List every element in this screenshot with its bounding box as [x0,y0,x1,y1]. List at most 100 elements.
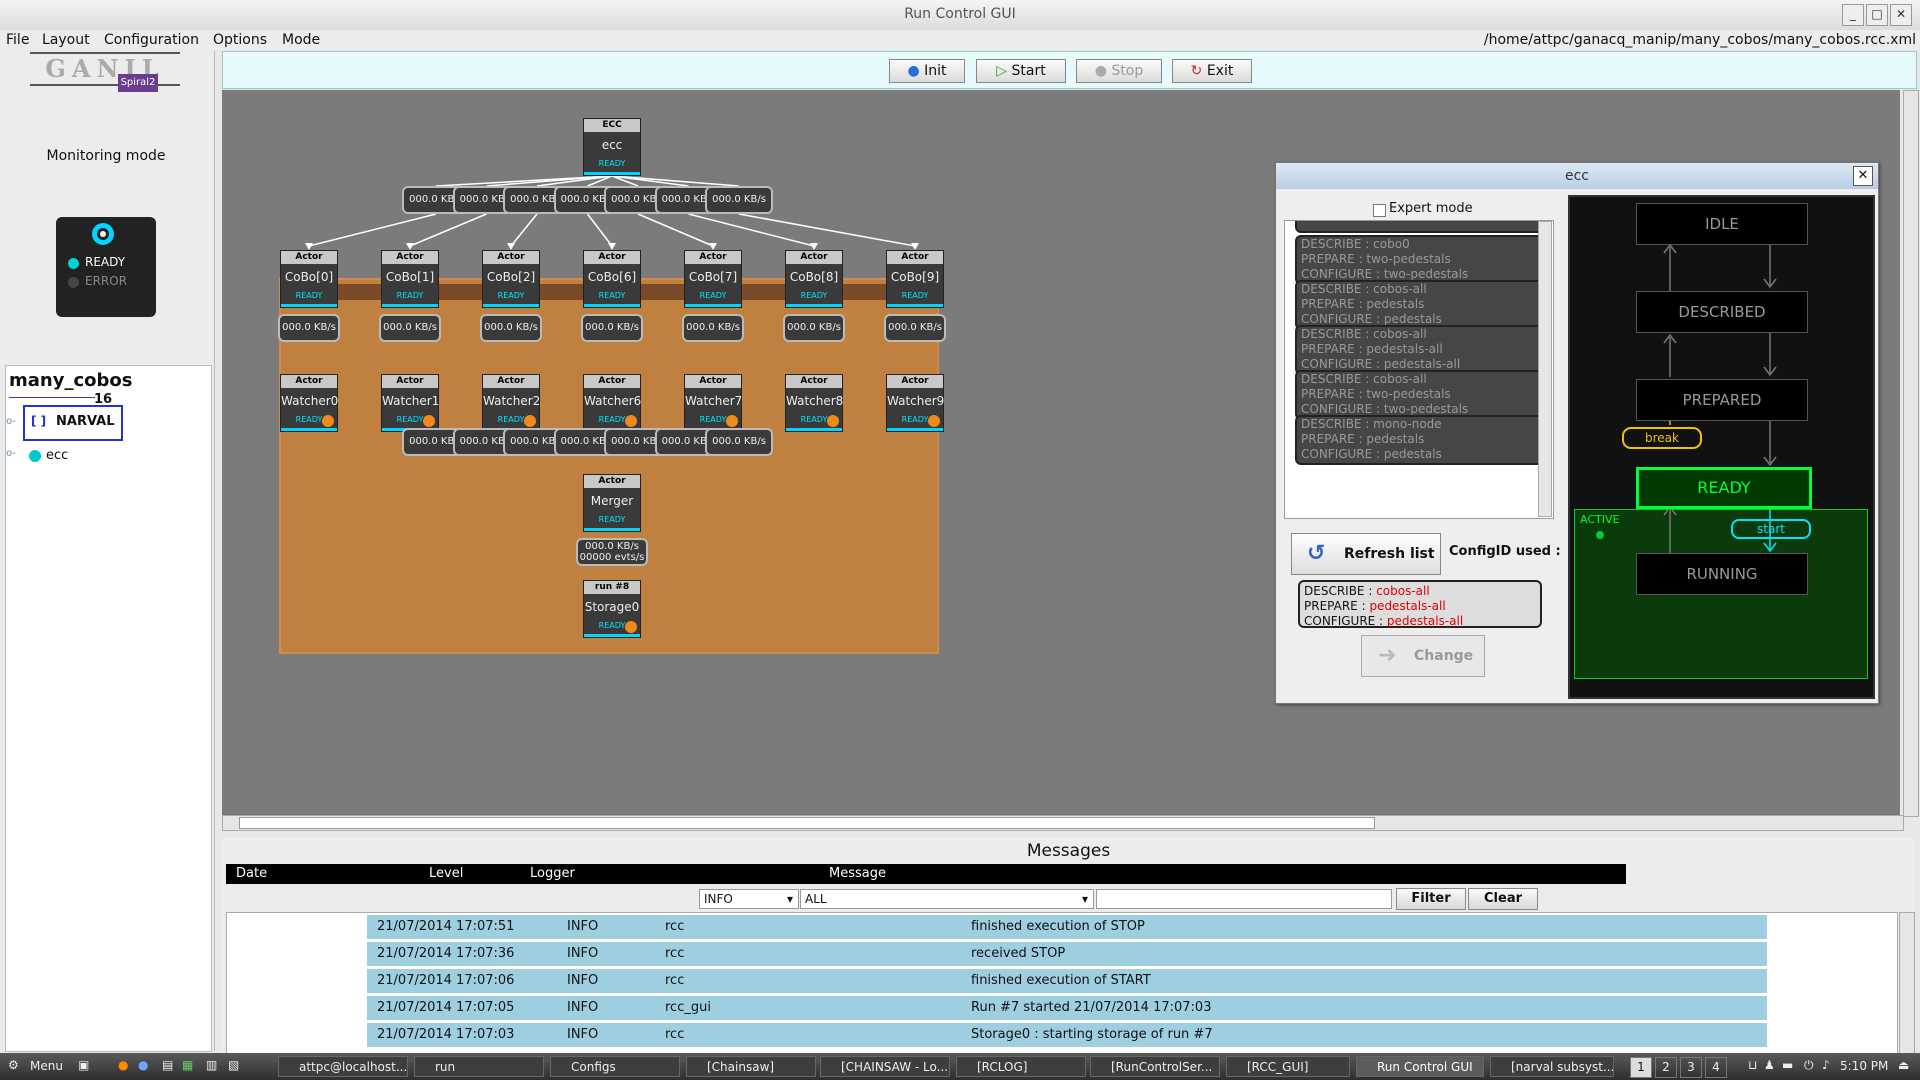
minimize-button[interactable]: _ [1842,4,1864,26]
taskbar-task[interactable]: run [414,1056,544,1077]
node-cobo[interactable]: Actor CoBo[9] READY [886,250,944,308]
node-watcher[interactable]: Actor Watcher7 READY [684,374,742,432]
messages-scrollbar[interactable] [1899,912,1915,1054]
monitor-icon[interactable]: ▦ [182,1058,193,1072]
header-message[interactable]: Message [829,864,886,884]
config-item[interactable]: DESCRIBE : cobos-all PREPARE : two-pedest… [1295,370,1547,420]
node-header: ECC [584,119,640,132]
taskbar-task[interactable]: [RunControlSer... [1090,1056,1220,1077]
ecc-window-close-button[interactable]: ✕ [1853,166,1873,186]
clear-button[interactable]: Clear [1468,888,1538,910]
files-icon[interactable]: ▥ [206,1058,217,1072]
maximize-button[interactable]: □ [1866,4,1888,26]
taskbar-task[interactable]: [CHAINSAW - Lo... [820,1056,950,1077]
menu-configuration[interactable]: Configuration [104,32,199,48]
menu-mode[interactable]: Mode [282,32,320,48]
message-row[interactable]: 21/07/2014 17:07:51 INFO rcc finished execu… [367,915,1767,940]
config-item[interactable]: DESCRIBE : cobos-all PREPARE : pedestals-… [1295,325,1547,375]
message-level: INFO [567,1000,599,1015]
node-watcher[interactable]: Actor Watcher6 READY [583,374,641,432]
change-button[interactable]: ➜ Change [1361,635,1485,677]
taskbar-task[interactable]: attpc@localhost... [278,1056,408,1077]
level-filter-select[interactable]: INFO ▾ [699,889,799,909]
app-icon[interactable]: ▧ [228,1058,239,1072]
workspace-button[interactable]: 3 [1680,1057,1702,1078]
config-list[interactable]: CONFIGURE : pedestals-all DESCRIBE : cobo… [1284,220,1554,519]
tree-node-ecc[interactable]: ecc [46,448,68,463]
gear-icon[interactable]: ⚙ [8,1058,19,1072]
message-row[interactable]: 21/07/2014 17:07:03 INFO rcc Storage0 : sta… [367,1023,1767,1048]
config-item[interactable]: DESCRIBE : cobo0 PREPARE : two-pedestals C… [1295,235,1547,285]
taskbar-task[interactable]: [RCC_GUI] [1226,1056,1350,1077]
tree-root-label[interactable]: many_cobos [9,370,132,391]
start-menu-button[interactable]: Menu [30,1059,63,1073]
node-storage[interactable]: run #8 Storage0 READY [583,580,641,638]
message-row[interactable]: 21/07/2014 17:07:06 INFO rcc finished execu… [367,969,1767,994]
message-filter-input[interactable] [1096,889,1392,909]
node-watcher[interactable]: Actor Watcher0 READY [280,374,338,432]
messages-table[interactable]: 21/07/2014 17:07:51 INFO rcc finished execu… [226,912,1898,1054]
refresh-list-button[interactable]: ↺ Refresh list [1291,533,1441,575]
expert-mode-checkbox[interactable] [1373,204,1386,217]
menu-options[interactable]: Options [213,32,267,48]
node-cobo[interactable]: Actor CoBo[6] READY [583,250,641,308]
filter-button[interactable]: Filter [1396,888,1466,910]
firefox-icon[interactable]: ● [118,1058,128,1072]
horizontal-scrollbar-thumb[interactable] [239,817,1375,829]
node-watcher[interactable]: Actor Watcher2 READY [482,374,540,432]
node-ecc[interactable]: ECC ecc READY [583,118,641,176]
config-list-scrollbar[interactable] [1538,221,1552,517]
horizontal-scrollbar[interactable] [222,815,1904,831]
node-cobo[interactable]: Actor CoBo[2] READY [482,250,540,308]
node-cobo[interactable]: Actor CoBo[8] READY [785,250,843,308]
globe-icon[interactable]: ● [138,1058,148,1072]
init-button[interactable]: ● Init [889,59,965,83]
menu-file[interactable]: File [6,32,29,48]
terminal-icon[interactable]: ▤ [162,1058,173,1072]
menu-layout[interactable]: Layout [42,32,90,48]
taskbar-task[interactable]: [RCLOG] [956,1056,1086,1077]
tree-expander-icon[interactable]: o- [6,416,16,427]
header-level[interactable]: Level [429,864,463,884]
taskbar-task[interactable]: Run Control GUI [1356,1056,1484,1077]
node-status-bar [584,634,640,637]
node-merger[interactable]: Actor Merger READY [583,474,641,532]
node-name: Watcher6 [584,394,642,408]
message-row[interactable]: 21/07/2014 17:07:05 INFO rcc_gui Run #7 sta… [367,996,1767,1021]
message-row[interactable]: 21/07/2014 17:07:36 INFO rcc received STOP [367,942,1767,967]
node-status-bar [281,428,337,431]
vertical-scrollbar[interactable] [1903,90,1919,817]
stop-button[interactable]: ● Stop [1076,59,1162,83]
node-cobo[interactable]: Actor CoBo[0] READY [280,250,338,308]
tree-node-narval[interactable]: [ ] NARVAL [23,405,123,441]
logo-subtext: Spiral2 [118,74,158,92]
node-cobo[interactable]: Actor CoBo[7] READY [684,250,742,308]
start-transition-button[interactable]: start [1731,519,1811,539]
exit-button[interactable]: ↻ Exit [1172,59,1252,83]
taskbar-task[interactable]: Configs [550,1056,680,1077]
warning-icon [322,415,334,427]
config-item[interactable]: DESCRIBE : cobos-all PREPARE : pedestals C… [1295,280,1547,330]
taskbar-task[interactable]: [narval subsyst... [1490,1056,1614,1077]
node-watcher[interactable]: Actor Watcher8 READY [785,374,843,432]
header-logger[interactable]: Logger [530,864,575,884]
workspace-button[interactable]: 4 [1705,1057,1727,1078]
close-window-button[interactable]: ✕ [1890,4,1912,26]
start-button[interactable]: ▷ Start [976,59,1066,83]
node-name: CoBo[6] [587,270,637,284]
node-cobo[interactable]: Actor CoBo[1] READY [381,250,439,308]
workspace-button[interactable]: 2 [1655,1057,1677,1078]
config-item[interactable]: CONFIGURE : pedestals-all [1295,221,1547,233]
node-watcher[interactable]: Actor Watcher9 READY [886,374,944,432]
node-watcher[interactable]: Actor Watcher1 READY [381,374,439,432]
header-date[interactable]: Date [236,864,267,884]
folder-icon[interactable]: ▣ [78,1058,89,1072]
rate-cobo-watcher: 000.0 KB/s [682,314,744,342]
break-transition-button[interactable]: break [1622,427,1702,449]
logger-filter-select[interactable]: ALL ▾ [800,889,1094,909]
window-titlebar: Run Control GUI _ □ ✕ [0,0,1920,31]
taskbar-task[interactable]: [Chainsaw] [686,1056,816,1077]
config-item[interactable]: DESCRIBE : mono-node PREPARE : pedestals C… [1295,415,1547,465]
workspace-button[interactable]: 1 [1630,1057,1652,1078]
tree-expander-icon[interactable]: o- [6,448,16,459]
